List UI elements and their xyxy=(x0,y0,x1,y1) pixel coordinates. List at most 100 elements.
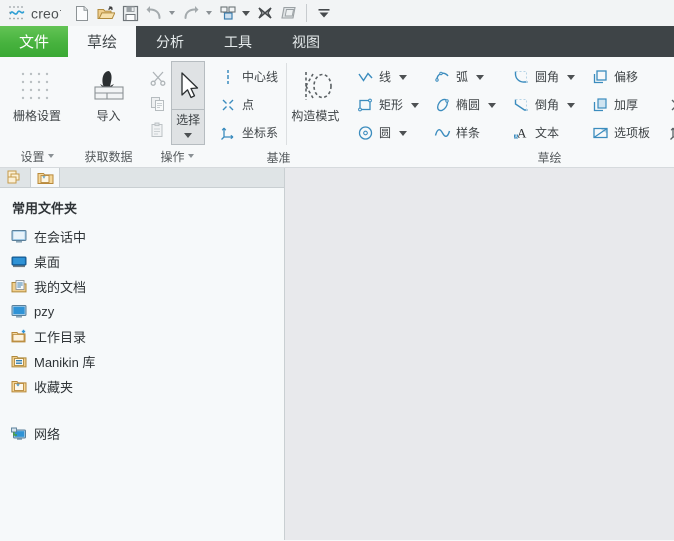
spline-button[interactable]: 样条 xyxy=(429,119,500,147)
circle-label: 圆 xyxy=(379,126,392,140)
palette-icon xyxy=(591,124,609,142)
ribbon-subdivider xyxy=(286,63,287,145)
circle-button[interactable]: 圆 xyxy=(352,119,423,147)
nav-item-desktop[interactable]: 桌面 xyxy=(10,249,284,274)
tab-sketch[interactable]: 草绘 xyxy=(68,26,136,57)
chamfer-dropdown[interactable] xyxy=(567,102,576,108)
chevron-down-icon[interactable] xyxy=(184,133,193,138)
cut-button[interactable] xyxy=(149,65,167,91)
datum-point-button[interactable]: 点 xyxy=(215,91,282,119)
line-button[interactable]: 线 xyxy=(352,63,423,91)
quick-access-toolbar: creo· xyxy=(0,0,674,26)
datum-button-column: 中心线 点 坐标系 xyxy=(215,61,282,147)
ribbon-group-sketching: 线 矩形 圆 弧 椭圆 样条 圆角 倒角 A A 文本 偏移 加厚 选项板 草绘 xyxy=(346,57,674,167)
rectangle-icon xyxy=(356,96,374,114)
palette-button[interactable]: 选项板 xyxy=(587,119,654,147)
undo-dropdown[interactable] xyxy=(166,2,177,24)
nav-item-in-session-label: 在会话中 xyxy=(34,230,87,245)
ellipse-button[interactable]: 椭圆 xyxy=(429,91,500,119)
select-button-label: 选择 xyxy=(176,113,201,127)
rectangle-button[interactable]: 矩形 xyxy=(352,91,423,119)
nav-item-my-documents[interactable]: 我的文档 xyxy=(10,274,284,299)
offset-button[interactable]: 偏移 xyxy=(587,63,654,91)
sketch-csys-button[interactable]: 坐标系 xyxy=(664,119,674,147)
ribbon-group-settings-label[interactable]: 设置 xyxy=(0,145,74,167)
undo-arrow-icon xyxy=(145,5,163,21)
tab-file[interactable]: 文件 xyxy=(0,26,68,57)
nav-item-manikin-library[interactable]: Manikin 库 xyxy=(10,349,284,374)
ribbon-group-operations-label[interactable]: 操作 xyxy=(143,145,211,167)
chamfer-label: 倒角 xyxy=(535,98,560,112)
rectangle-dropdown[interactable] xyxy=(411,102,420,108)
grid-dots-icon xyxy=(17,66,57,106)
grid-settings-button[interactable]: 栅格设置 xyxy=(6,61,68,123)
regenerate-button[interactable] xyxy=(217,2,239,24)
open-document-button[interactable] xyxy=(95,2,117,24)
nav-item-my-documents-label: 我的文档 xyxy=(34,280,87,295)
chamfer-button[interactable]: 倒角 xyxy=(508,91,579,119)
new-document-button[interactable] xyxy=(71,2,93,24)
tab-analysis[interactable]: 分析 xyxy=(136,26,204,57)
close-window-button[interactable] xyxy=(254,2,276,24)
sketch-centerline-button[interactable]: 中心线 xyxy=(664,63,674,91)
nav-tab-folder-browser[interactable] xyxy=(0,167,30,187)
arc-button[interactable]: 弧 xyxy=(429,63,500,91)
datum-csys-button[interactable]: 坐标系 xyxy=(215,119,282,147)
import-label: 导入 xyxy=(96,109,121,123)
redo-button[interactable] xyxy=(180,2,202,24)
fillet-button[interactable]: 圆角 xyxy=(508,63,579,91)
ellipse-dropdown[interactable] xyxy=(488,102,497,108)
graphics-canvas[interactable] xyxy=(285,168,674,540)
arc-label: 弧 xyxy=(456,70,469,84)
get-data-group-title: 获取数据 xyxy=(84,149,133,164)
sketch-point-button[interactable]: 点 xyxy=(664,91,674,119)
nav-item-in-session[interactable]: 在会话中 xyxy=(10,224,284,249)
network-icon xyxy=(10,425,27,442)
tab-view[interactable]: 视图 xyxy=(272,26,340,57)
tab-tools[interactable]: 工具 xyxy=(204,26,272,57)
point-icon xyxy=(219,96,237,114)
text-button[interactable]: A A 文本 xyxy=(508,119,579,147)
save-button[interactable] xyxy=(119,2,141,24)
ribbon-tab-bar: 文件 草绘 分析 工具 视图 xyxy=(0,26,674,57)
fillet-dropdown[interactable] xyxy=(567,74,576,80)
paste-button[interactable] xyxy=(149,117,167,143)
window-switch-button[interactable] xyxy=(278,2,300,24)
nav-item-pzy[interactable]: pzy xyxy=(10,299,284,324)
regenerate-dropdown[interactable] xyxy=(240,2,251,24)
datum-centerline-button[interactable]: 中心线 xyxy=(215,63,282,91)
select-button[interactable]: 选择 xyxy=(171,61,205,145)
line-icon xyxy=(356,68,374,86)
import-button[interactable]: 导入 xyxy=(80,61,137,123)
ellipse-label: 椭圆 xyxy=(456,98,481,112)
sketch-column-2: 弧 椭圆 样条 xyxy=(429,61,500,147)
monitor-icon xyxy=(10,303,27,320)
arc-dropdown[interactable] xyxy=(476,74,485,80)
construction-mode-button[interactable]: 构造模式 xyxy=(291,61,340,123)
nav-tab-favorites[interactable]: * xyxy=(30,167,60,187)
window-stack-icon xyxy=(281,5,298,21)
nav-item-desktop-label: 桌面 xyxy=(34,255,61,270)
fillet-label: 圆角 xyxy=(535,70,560,84)
line-dropdown[interactable] xyxy=(399,74,408,80)
nav-item-network[interactable]: 网络 xyxy=(10,421,284,446)
datum-point-label: 点 xyxy=(242,98,255,112)
redo-dropdown[interactable] xyxy=(203,2,214,24)
creo-logo: creo· xyxy=(4,5,70,21)
creo-application-window: creo· 文件 草绘 分析 工具 视图 栅格设置 设置 导入 获取数据 选择 … xyxy=(0,0,674,541)
line-label: 线 xyxy=(379,70,392,84)
nav-item-pzy-label: pzy xyxy=(34,304,55,319)
nav-item-favorites[interactable]: * 收藏夹 xyxy=(10,374,284,399)
thicken-button[interactable]: 加厚 xyxy=(587,91,654,119)
circle-dropdown[interactable] xyxy=(399,130,408,136)
customize-toolbar-button[interactable] xyxy=(313,2,335,24)
spline-label: 样条 xyxy=(456,126,481,140)
ribbon-group-get-data: 导入 获取数据 xyxy=(74,57,143,167)
import-icon xyxy=(87,66,131,106)
construction-mode-label: 构造模式 xyxy=(291,109,340,123)
copy-button[interactable] xyxy=(149,91,167,117)
grid-settings-label: 栅格设置 xyxy=(12,109,61,123)
undo-button[interactable] xyxy=(143,2,165,24)
text-icon: A A xyxy=(512,124,530,142)
nav-item-working-directory[interactable]: 工作目录 xyxy=(10,324,284,349)
